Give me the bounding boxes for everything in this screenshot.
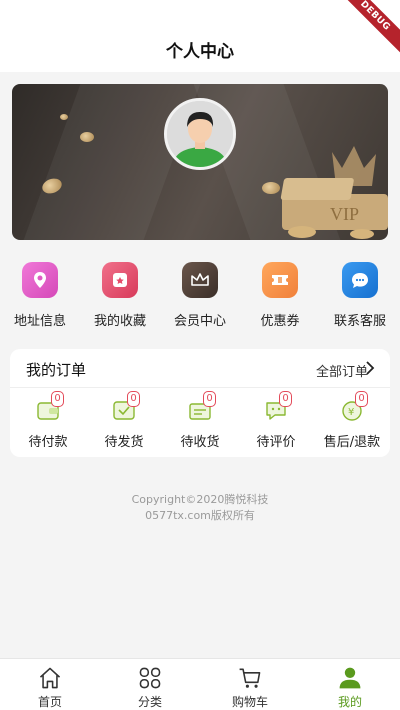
order-count-badge: 0 bbox=[203, 391, 216, 407]
order-status-label: 售后/退款 bbox=[323, 435, 381, 450]
copyright-site: 0577tx.com版权所有 bbox=[145, 509, 255, 522]
page-title: 个人中心 bbox=[166, 42, 234, 62]
order-status-pending-payment[interactable]: 0 待付款 bbox=[10, 391, 86, 450]
chat-bubble-icon bbox=[342, 262, 378, 298]
order-count-badge: 0 bbox=[127, 391, 140, 407]
order-status-label: 待发货 bbox=[104, 435, 144, 450]
feature-label: 我的收藏 bbox=[93, 314, 146, 329]
tab-home[interactable]: 首页 bbox=[0, 659, 100, 710]
feature-label: 联系客服 bbox=[333, 314, 386, 329]
bottom-tab-bar: 首页 分类 购物车 我的 bbox=[0, 658, 400, 710]
feature-favorites[interactable]: 我的收藏 bbox=[80, 262, 160, 332]
cart-icon bbox=[239, 668, 261, 688]
feature-membership[interactable]: 会员中心 bbox=[160, 262, 240, 332]
home-icon bbox=[39, 667, 61, 689]
tab-label: 分类 bbox=[137, 695, 162, 709]
tab-label: 首页 bbox=[37, 695, 62, 709]
order-status-row: 0 待付款 0 待发货 0 待收货 0 待评价 ¥ 0 售后/退款 bbox=[10, 391, 390, 450]
order-status-label: 待收货 bbox=[180, 435, 220, 450]
tab-mine[interactable]: 我的 bbox=[300, 659, 400, 710]
my-orders-card: 我的订单 全部订单 0 待付款 0 待发货 0 待收货 0 待评价 ¥ 0 售后… bbox=[10, 349, 390, 457]
user-icon bbox=[339, 667, 361, 689]
crown-icon bbox=[182, 262, 218, 298]
app-header: 个人中心 bbox=[0, 0, 400, 72]
order-status-pending-receipt[interactable]: 0 待收货 bbox=[162, 391, 238, 450]
order-status-after-sales[interactable]: ¥ 0 售后/退款 bbox=[314, 391, 390, 450]
feature-address[interactable]: 地址信息 bbox=[0, 262, 80, 332]
coupon-icon bbox=[262, 262, 298, 298]
feature-label: 地址信息 bbox=[13, 314, 66, 329]
copyright-footer: Copyright©2020腾悦科技 0577tx.com版权所有 bbox=[0, 492, 400, 524]
order-status-pending-review[interactable]: 0 待评价 bbox=[238, 391, 314, 450]
svg-text:VIP: VIP bbox=[330, 204, 359, 224]
category-grid-icon bbox=[139, 667, 161, 689]
order-status-pending-shipment[interactable]: 0 待发货 bbox=[86, 391, 162, 450]
all-orders-link[interactable]: 全部订单 bbox=[316, 361, 368, 380]
feature-label: 优惠券 bbox=[260, 314, 300, 329]
order-count-badge: 0 bbox=[51, 391, 64, 407]
chevron-right-icon[interactable] bbox=[362, 360, 378, 376]
location-pin-icon bbox=[22, 262, 58, 298]
orders-title: 我的订单 bbox=[26, 361, 87, 379]
favorites-icon bbox=[102, 262, 138, 298]
tab-label: 购物车 bbox=[231, 695, 268, 709]
member-banner[interactable]: VIP bbox=[12, 84, 388, 240]
tab-label: 我的 bbox=[337, 695, 362, 709]
tab-category[interactable]: 分类 bbox=[100, 659, 200, 710]
feature-shortcuts: 地址信息 我的收藏 会员中心 优惠券 联系客服 bbox=[0, 262, 400, 332]
order-count-badge: 0 bbox=[279, 391, 292, 407]
order-status-label: 待付款 bbox=[28, 435, 68, 450]
feature-customer-service[interactable]: 联系客服 bbox=[320, 262, 400, 332]
copyright-line: Copyright©2020腾悦科技 bbox=[131, 493, 269, 506]
tab-cart[interactable]: 购物车 bbox=[200, 659, 300, 710]
order-status-label: 待评价 bbox=[256, 435, 296, 450]
vip-crown-decoration: VIP bbox=[280, 146, 388, 239]
order-count-badge: 0 bbox=[355, 391, 368, 407]
orders-header: 我的订单 全部订单 bbox=[10, 349, 390, 388]
svg-text:¥: ¥ bbox=[348, 407, 354, 418]
feature-coupons[interactable]: 优惠券 bbox=[240, 262, 320, 332]
user-avatar[interactable] bbox=[164, 98, 236, 170]
feature-label: 会员中心 bbox=[173, 314, 226, 329]
